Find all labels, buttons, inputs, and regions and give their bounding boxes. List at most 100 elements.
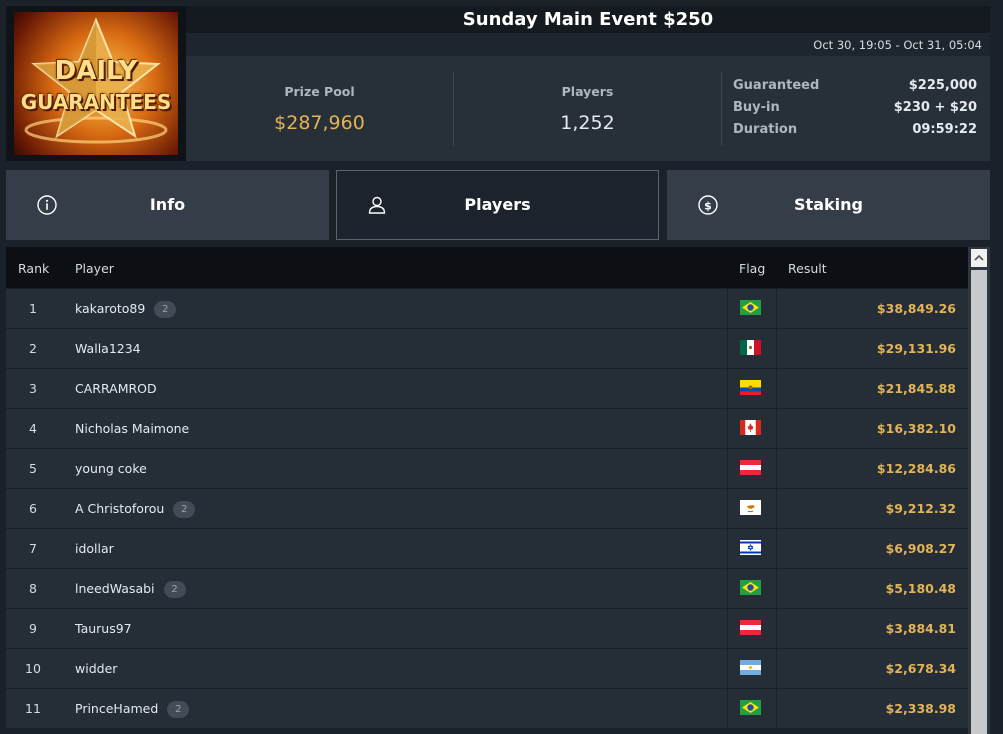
table-row[interactable]: 7 idollar $6,908.27 xyxy=(6,528,968,568)
detail-value: $230 + $20 xyxy=(893,100,977,115)
entries-badge: 2 xyxy=(173,501,196,518)
player-name[interactable]: PrinceHamed xyxy=(75,701,158,716)
player-cell[interactable]: Taurus97 xyxy=(75,621,132,636)
player-cell[interactable]: idollar xyxy=(75,541,114,556)
flag-mexico-icon xyxy=(740,340,761,355)
divider xyxy=(721,72,722,146)
column-header-result[interactable]: Result xyxy=(788,261,827,276)
column-header-player[interactable]: Player xyxy=(75,261,114,276)
results-table: Rank Player Flag Result 1 kakaroto89 2 $38,… xyxy=(6,247,968,734)
flag-cell xyxy=(727,449,777,488)
tab-info[interactable]: Info xyxy=(6,170,329,240)
rank-cell: 9 xyxy=(29,621,37,636)
player-name[interactable]: widder xyxy=(75,661,117,676)
detail-label: Guaranteed xyxy=(733,78,820,93)
table-row[interactable]: 3 CARRAMROD $21,845.88 xyxy=(6,368,968,408)
detail-duration: Duration 09:59:22 xyxy=(733,122,977,144)
flag-cell xyxy=(727,649,777,688)
result-cell: $2,678.34 xyxy=(885,661,956,676)
flag-cell xyxy=(727,609,777,648)
rank-cell: 10 xyxy=(25,661,41,676)
column-header-rank[interactable]: Rank xyxy=(18,261,49,276)
table-row[interactable]: 5 young coke $12,284.86 xyxy=(6,448,968,488)
entries-badge: 2 xyxy=(154,301,177,318)
entries-badge: 2 xyxy=(167,701,190,718)
chevron-up-icon xyxy=(974,254,984,261)
player-name[interactable]: A Christoforou xyxy=(75,501,164,516)
scroll-up-button[interactable] xyxy=(971,249,987,267)
result-cell: $9,212.32 xyxy=(885,501,956,516)
player-name[interactable]: kakaroto89 xyxy=(75,301,145,316)
table-row[interactable]: 1 kakaroto89 2 $38,849.26 xyxy=(6,288,968,328)
table-row[interactable]: 9 Taurus97 $3,884.81 xyxy=(6,608,968,648)
result-cell: $29,131.96 xyxy=(876,341,956,356)
player-cell[interactable]: Nicholas Maimone xyxy=(75,421,189,436)
player-name[interactable]: Nicholas Maimone xyxy=(75,421,189,436)
flag-cell xyxy=(727,689,777,728)
flag-cell xyxy=(727,289,777,328)
flag-brazil-icon xyxy=(740,700,761,715)
tab-players[interactable]: Players xyxy=(336,170,659,240)
rank-cell: 4 xyxy=(29,421,37,436)
tab-info-label: Info xyxy=(149,195,186,214)
table-header: Rank Player Flag Result xyxy=(6,247,968,288)
tournament-details: Guaranteed $225,000 Buy-in $230 + $20 Du… xyxy=(733,78,977,144)
flag-argentina-icon xyxy=(740,660,761,675)
player-cell[interactable]: kakaroto89 2 xyxy=(75,301,177,318)
player-name[interactable]: young coke xyxy=(75,461,147,476)
rank-cell: 3 xyxy=(29,381,37,396)
player-cell[interactable]: widder xyxy=(75,661,117,676)
prize-pool-stat: Prize Pool $287,960 xyxy=(186,56,453,161)
rank-cell: 2 xyxy=(29,341,37,356)
prize-pool-value: $287,960 xyxy=(274,112,365,134)
table-row[interactable]: 2 Walla1234 $29,131.96 xyxy=(6,328,968,368)
player-name[interactable]: Taurus97 xyxy=(75,621,132,636)
tournament-logo: DAILY GUARANTEES xyxy=(6,6,186,161)
tab-players-label: Players xyxy=(464,195,531,214)
player-cell[interactable]: A Christoforou 2 xyxy=(75,501,196,518)
flag-cell xyxy=(727,489,777,528)
result-cell: $2,338.98 xyxy=(885,701,956,716)
stats-panel: Prize Pool $287,960 Players 1,252 Guaran… xyxy=(186,56,990,161)
player-name[interactable]: CARRAMROD xyxy=(75,381,157,396)
column-header-flag[interactable]: Flag xyxy=(739,261,765,276)
result-cell: $3,884.81 xyxy=(885,621,956,636)
player-cell[interactable]: young coke xyxy=(75,461,147,476)
flag-cell xyxy=(727,529,777,568)
rank-cell: 1 xyxy=(29,301,37,316)
rank-cell: 8 xyxy=(29,581,37,596)
scrollbar[interactable] xyxy=(968,247,990,734)
table-row[interactable]: 10 widder $2,678.34 xyxy=(6,648,968,688)
flag-cell xyxy=(727,569,777,608)
detail-label: Buy-in xyxy=(733,100,780,115)
player-name[interactable]: lneedWasabi xyxy=(75,581,155,596)
player-cell[interactable]: Walla1234 xyxy=(75,341,141,356)
player-name[interactable]: idollar xyxy=(75,541,114,556)
result-cell: $16,382.10 xyxy=(876,421,956,436)
detail-guaranteed: Guaranteed $225,000 xyxy=(733,78,977,100)
prize-pool-label: Prize Pool xyxy=(284,84,355,99)
table-row[interactable]: 11 PrinceHamed 2 $2,338.98 xyxy=(6,688,968,728)
flag-cyprus-icon xyxy=(740,500,761,515)
flag-brazil-icon xyxy=(740,300,761,315)
tab-staking[interactable]: $ Staking xyxy=(667,170,990,240)
flag-austria-icon xyxy=(740,620,761,635)
player-cell[interactable]: PrinceHamed 2 xyxy=(75,701,190,718)
flag-ecuador-icon xyxy=(740,380,761,395)
logo-text-guarantees: GUARANTEES xyxy=(20,90,172,114)
table-row[interactable]: 4 Nicholas Maimone $16,382.10 xyxy=(6,408,968,448)
player-cell[interactable]: lneedWasabi 2 xyxy=(75,581,186,598)
entries-badge: 2 xyxy=(163,581,186,598)
table-row[interactable]: 6 A Christoforou 2 $9,212.32 xyxy=(6,488,968,528)
logo-text-daily: DAILY xyxy=(54,56,138,86)
table-row[interactable]: 8 lneedWasabi 2 $5,180.48 xyxy=(6,568,968,608)
player-name[interactable]: Walla1234 xyxy=(75,341,141,356)
result-cell: $21,845.88 xyxy=(876,381,956,396)
table-body: 1 kakaroto89 2 $38,849.26 2 Walla1234 $29,131.… xyxy=(6,288,968,728)
detail-value: $225,000 xyxy=(908,78,977,93)
tab-staking-label: Staking xyxy=(794,195,863,214)
player-cell[interactable]: CARRAMROD xyxy=(75,381,157,396)
flag-cell xyxy=(727,329,777,368)
scroll-thumb[interactable] xyxy=(971,270,987,734)
players-label: Players xyxy=(561,84,614,99)
